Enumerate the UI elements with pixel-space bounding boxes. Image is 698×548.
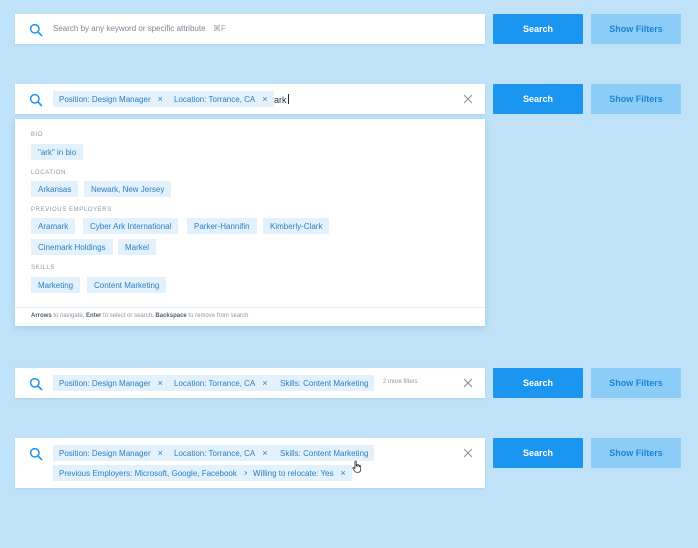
dropdown-divider (15, 307, 485, 308)
search-icon (29, 93, 43, 107)
keyboard-hint: Arrows to navigate, Enter to select or s… (31, 313, 249, 319)
section-label-skills: SKILLS (31, 265, 55, 271)
chip-label: Location: Torrance, CA (174, 448, 256, 458)
search-bar-typing[interactable]: Position: Design Manager × Location: Tor… (15, 84, 485, 114)
search-icon (29, 447, 43, 461)
hand-cursor-icon (352, 460, 362, 473)
search-bar-expanded[interactable]: Position: Design Manager × Location: Tor… (15, 438, 485, 488)
suggestion-option[interactable]: Cyber Ark International (83, 218, 179, 234)
suggestion-option[interactable]: "ark" in bio (31, 144, 84, 160)
chip-label: Position: Design Manager (59, 94, 151, 104)
clear-search-icon[interactable] (463, 94, 473, 104)
text-cursor (287, 94, 289, 104)
filter-chip-relocate[interactable]: Willing to relocate: Yes × (247, 465, 352, 481)
filter-chip-employers[interactable]: Previous Employers: Microsoft, Google, F… (53, 465, 256, 481)
more-filters-link[interactable]: 2 more filters (383, 379, 418, 385)
suggestion-option[interactable]: Markel (118, 239, 157, 255)
search-button[interactable]: Search (493, 438, 583, 468)
filter-chip-position[interactable]: Position: Design Manager × (53, 375, 169, 391)
clear-search-icon[interactable] (463, 378, 473, 388)
filter-chip-skills[interactable]: Skills: Content Marketing (274, 445, 375, 461)
search-bar-collapsed[interactable]: Position: Design Manager × Location: Tor… (15, 368, 485, 398)
filter-chip-skills[interactable]: Skills: Content Marketing (274, 375, 375, 391)
suggestion-option[interactable]: Cinemark Holdings (31, 239, 113, 255)
search-icon (29, 23, 43, 37)
remove-chip-icon[interactable]: × (262, 94, 267, 104)
filter-chip-location[interactable]: Location: Torrance, CA × (168, 375, 274, 391)
remove-chip-icon[interactable]: × (341, 468, 346, 478)
filter-chip-position[interactable]: Position: Design Manager × (53, 445, 169, 461)
chip-label: Position: Design Manager (59, 378, 151, 388)
filter-chip-location[interactable]: Location: Torrance, CA × (168, 445, 274, 461)
remove-chip-icon[interactable]: × (262, 378, 267, 388)
search-placeholder[interactable]: Search by any keyword or specific attrib… (53, 24, 206, 33)
search-bar-empty[interactable]: Search by any keyword or specific attrib… (15, 14, 485, 44)
show-filters-button[interactable]: Show Filters (591, 438, 681, 468)
section-label-location: LOCATION (31, 170, 67, 176)
section-label-bio: BIO (31, 132, 44, 138)
show-filters-button[interactable]: Show Filters (591, 84, 681, 114)
show-filters-button[interactable]: Show Filters (591, 14, 681, 44)
remove-chip-icon[interactable]: × (158, 378, 163, 388)
remove-chip-icon[interactable]: × (262, 448, 267, 458)
search-query-text[interactable]: ark (274, 94, 289, 105)
search-button[interactable]: Search (493, 368, 583, 398)
chip-label: Position: Design Manager (59, 448, 151, 458)
search-button[interactable]: Search (493, 84, 583, 114)
suggestion-option[interactable]: Kimberly-Clark (263, 218, 330, 234)
suggestion-option[interactable]: Parker-Hannifin (187, 218, 257, 234)
suggestions-dropdown: BIO "ark" in bio LOCATION Arkansas Newar… (15, 119, 485, 326)
search-icon (29, 377, 43, 391)
remove-chip-icon[interactable]: × (158, 94, 163, 104)
chip-label: Previous Employers: Microsoft, Google, F… (59, 468, 237, 478)
section-label-employers: PREVIOUS EMPLOYERS (31, 207, 112, 213)
suggestion-option[interactable]: Aramark (31, 218, 76, 234)
suggestion-option[interactable]: Newark, New Jersey (84, 181, 172, 197)
search-button[interactable]: Search (493, 14, 583, 44)
clear-search-icon[interactable] (463, 448, 473, 458)
chip-label: Willing to relocate: Yes (253, 468, 334, 478)
filter-chip-position[interactable]: Position: Design Manager × (53, 91, 169, 107)
shortcut-hint: ⌘F (213, 24, 226, 33)
filter-chip-location[interactable]: Location: Torrance, CA × (168, 91, 274, 107)
suggestion-option[interactable]: Marketing (31, 277, 81, 293)
chip-label: Location: Torrance, CA (174, 94, 256, 104)
suggestion-option[interactable]: Content Marketing (87, 277, 167, 293)
chip-label: Skills: Content Marketing (280, 378, 369, 388)
chip-label: Location: Torrance, CA (174, 378, 256, 388)
show-filters-button[interactable]: Show Filters (591, 368, 681, 398)
suggestion-option[interactable]: Arkansas (31, 181, 79, 197)
chip-label: Skills: Content Marketing (280, 448, 369, 458)
remove-chip-icon[interactable]: × (158, 448, 163, 458)
